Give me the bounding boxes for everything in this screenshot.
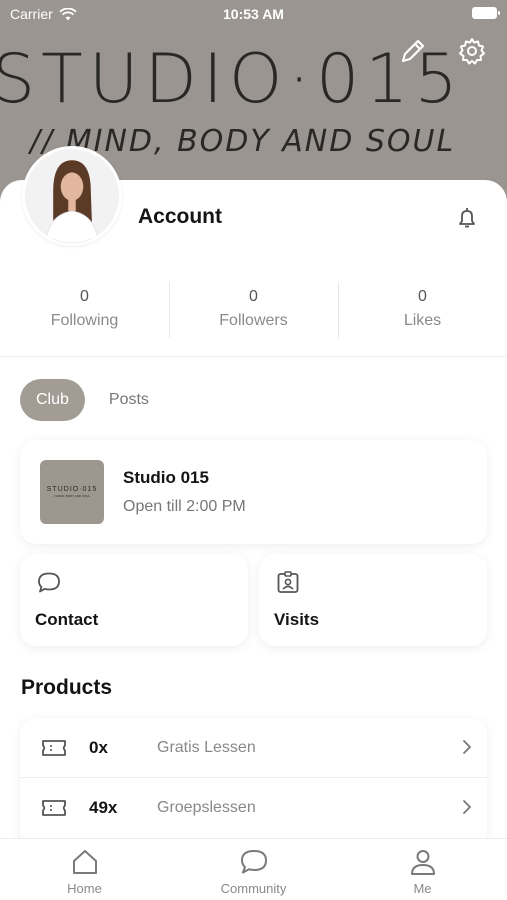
stat-label: Following (50, 312, 119, 329)
product-name: Groepslessen (157, 799, 256, 816)
brand-wordmark: STUDIO·015 (0, 40, 464, 119)
products-heading: Products (21, 676, 113, 699)
tab-label: Community (220, 881, 287, 896)
pencil-icon (398, 36, 428, 66)
person-icon (408, 847, 438, 877)
stat-value: 0 (418, 288, 427, 305)
home-icon (70, 847, 100, 877)
stat-value: 0 (80, 288, 89, 305)
settings-button[interactable] (457, 36, 487, 66)
club-hours: Open till 2:00 PM (123, 498, 246, 515)
products-list: 0x Gratis Lessen 49x Groepslessen (20, 718, 487, 848)
visits-button[interactable]: Visits (259, 554, 487, 646)
contact-button[interactable]: Contact (20, 554, 248, 646)
page-title: Account (138, 205, 222, 228)
club-logo-subtext: // MIND, BODY AND SOUL (53, 494, 91, 498)
visits-label: Visits (274, 610, 320, 629)
product-name: Gratis Lessen (157, 739, 256, 756)
ticket-icon (40, 736, 68, 760)
chat-bubble-icon (36, 570, 62, 596)
chat-bubble-icon (239, 847, 269, 877)
list-item[interactable]: 0x Gratis Lessen (20, 718, 487, 777)
battery-icon (472, 7, 500, 19)
stat-followers[interactable]: 0 Followers (169, 282, 338, 342)
club-logo: STUDIO·015 // MIND, BODY AND SOUL (40, 460, 104, 524)
bottom-tab-bar: Home Community Me (0, 838, 507, 900)
tab-club[interactable]: Club (20, 379, 85, 421)
profile-stats: 0 Following 0 Followers 0 Likes (0, 282, 507, 342)
tab-posts[interactable]: Posts (109, 391, 149, 409)
divider (0, 356, 507, 357)
bell-icon (455, 206, 479, 230)
stat-likes[interactable]: 0 Likes (338, 282, 507, 342)
tab-community[interactable]: Community (169, 839, 338, 900)
club-logo-text: STUDIO·015 (46, 486, 98, 493)
product-count: 49x (89, 798, 118, 817)
status-bar: Carrier 10:53 AM (0, 0, 507, 28)
edit-button[interactable] (398, 36, 428, 66)
gear-icon (457, 36, 487, 66)
chevron-right-icon (458, 738, 476, 756)
club-card[interactable]: STUDIO·015 // MIND, BODY AND SOUL Studio… (20, 440, 487, 544)
notifications-button[interactable] (455, 206, 479, 230)
status-time: 10:53 AM (223, 6, 284, 22)
chevron-right-icon (458, 798, 476, 816)
stat-value: 0 (249, 288, 258, 305)
contact-label: Contact (35, 610, 99, 629)
stat-label: Followers (219, 312, 288, 329)
stat-following[interactable]: 0 Following (0, 282, 169, 342)
segment-tabs: Club Posts (20, 378, 149, 422)
tab-home[interactable]: Home (0, 839, 169, 900)
ticket-icon (40, 796, 68, 820)
badge-icon (275, 570, 301, 596)
product-count: 0x (89, 738, 108, 757)
list-item[interactable]: 49x Groepslessen (20, 777, 487, 836)
club-name: Studio 015 (123, 468, 209, 487)
tab-label: Home (67, 881, 102, 896)
tab-label: Me (413, 881, 432, 896)
tab-me[interactable]: Me (338, 839, 507, 900)
stat-label: Likes (403, 312, 442, 329)
avatar[interactable] (22, 146, 122, 246)
